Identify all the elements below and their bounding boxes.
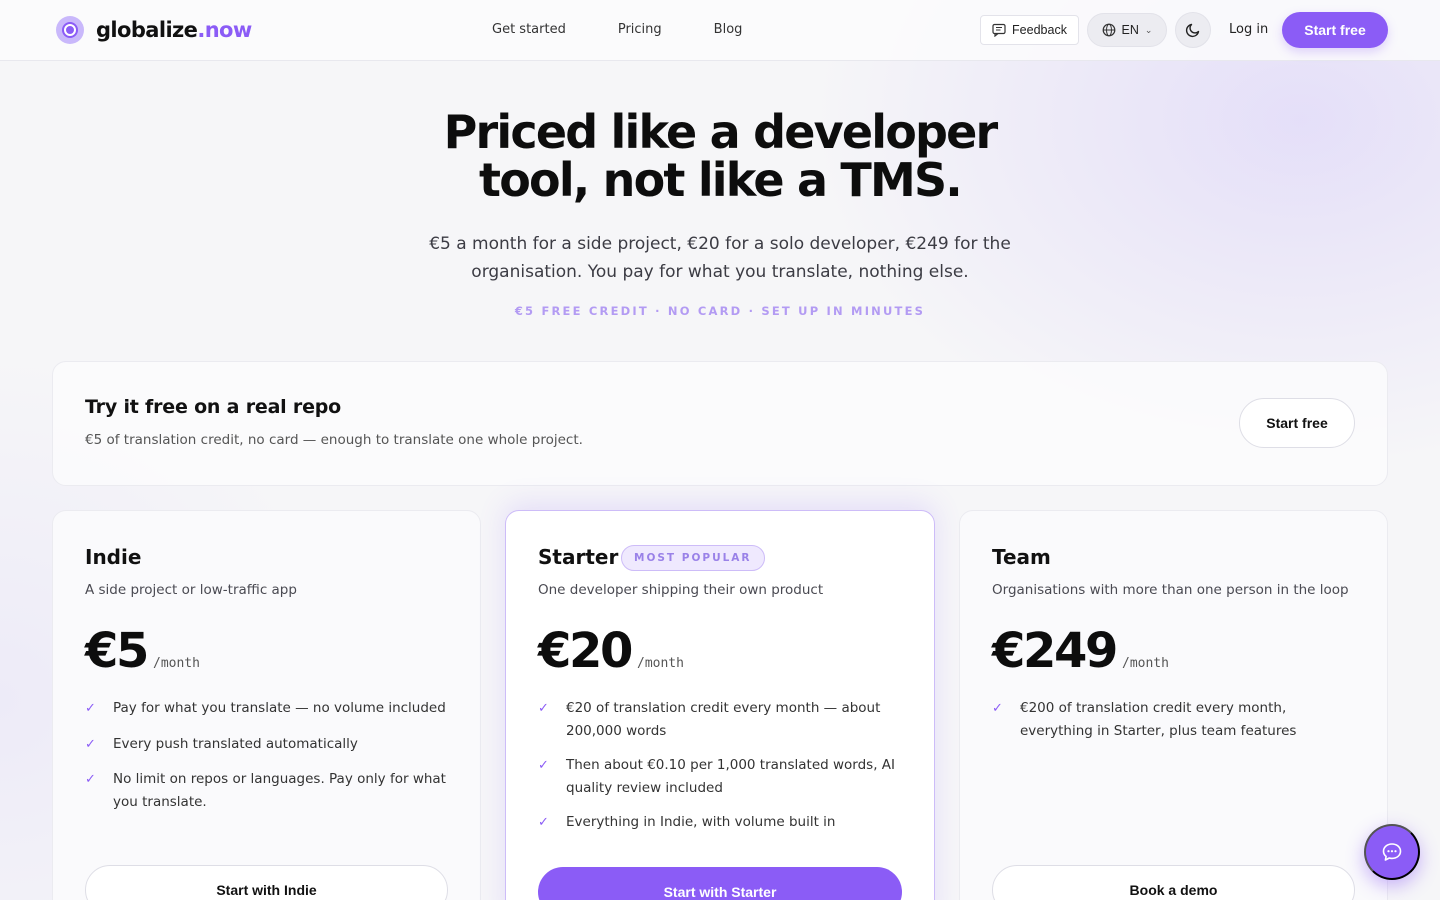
trial-banner: Try it free on a real repo €5 of transla…	[52, 361, 1388, 486]
plan-description: One developer shipping their own product	[538, 582, 824, 598]
feature-item: ✓ Everything in Indie, with volume built …	[538, 811, 908, 835]
trial-start-free-button[interactable]: Start free	[1239, 398, 1355, 448]
plan-description: Organisations with more than one person …	[992, 582, 1349, 598]
price-unit: /month	[153, 656, 200, 671]
feature-list: ✓ Pay for what you translate — no volume …	[85, 697, 455, 825]
check-icon: ✓	[85, 701, 96, 716]
book-demo-button[interactable]: Book a demo	[992, 865, 1355, 900]
plan-name: Indie	[85, 545, 142, 569]
start-with-starter-button[interactable]: Start with Starter	[538, 867, 902, 900]
logo-link[interactable]: globalize.now	[56, 16, 252, 44]
feature-list: ✓ €200 of translation credit every month,…	[992, 697, 1362, 754]
feature-text: €20 of translation credit every month — …	[566, 700, 881, 739]
top-navbar: globalize.now Get started Pricing Blog F…	[0, 0, 1440, 61]
plan-card-starter: Starter MOST POPULAR One developer shipp…	[505, 510, 935, 900]
logo-text: globalize.now	[96, 18, 252, 42]
feature-text: Pay for what you translate — no volume i…	[113, 700, 446, 716]
feature-text: €200 of translation credit every month, …	[1020, 700, 1297, 739]
feedback-icon	[992, 23, 1006, 37]
feature-item: ✓ €20 of translation credit every month —…	[538, 697, 908, 742]
feature-text: No limit on repos or languages. Pay only…	[113, 771, 446, 810]
hero-subtitle: €5 a month for a side project, €20 for a…	[429, 234, 1011, 282]
chevron-down-icon: ⌄	[1144, 24, 1153, 35]
login-link[interactable]: Log in	[1229, 20, 1268, 40]
feature-item: ✓ Pay for what you translate — no volume …	[85, 697, 455, 721]
price-amount: €5	[85, 623, 149, 679]
plan-price: €5 /month	[85, 623, 200, 679]
plan-price: €20 /month	[538, 623, 684, 679]
check-icon: ✓	[992, 701, 1003, 716]
plan-price: €249 /month	[992, 623, 1169, 679]
feature-item: ✓ No limit on repos or languages. Pay onl…	[85, 768, 455, 813]
check-icon: ✓	[538, 701, 549, 716]
feedback-button[interactable]: Feedback	[980, 15, 1079, 45]
feature-text: Every push translated automatically	[113, 735, 358, 752]
logo-name: globalize	[96, 18, 198, 42]
feature-text: Everything in Indie, with volume built i…	[566, 814, 836, 830]
hero-title-line2: tool, not like a TMS.	[479, 153, 963, 207]
logo-suffix: .now	[197, 18, 252, 42]
theme-toggle-button[interactable]	[1175, 12, 1211, 48]
feature-item: ✓ Every push translated automatically	[85, 733, 455, 757]
hero-title-line1: Priced like a developer	[443, 105, 999, 159]
logo-icon	[56, 16, 84, 44]
trial-title: Try it free on a real repo	[85, 396, 342, 418]
nav-blog[interactable]: Blog	[714, 20, 743, 40]
most-popular-badge: MOST POPULAR	[621, 545, 765, 571]
globe-icon	[1102, 23, 1115, 37]
check-icon: ✓	[85, 772, 96, 787]
plan-name: Team	[992, 545, 1051, 569]
plan-description: A side project or low-traffic app	[85, 582, 297, 598]
price-unit: /month	[1122, 656, 1169, 671]
start-free-button[interactable]: Start free	[1282, 12, 1388, 48]
feature-text: Then about €0.10 per 1,000 translated wo…	[566, 757, 895, 796]
chat-icon	[1382, 843, 1402, 861]
plan-name: Starter	[538, 545, 619, 569]
check-icon: ✓	[538, 815, 549, 830]
feature-item: ✓ Then about €0.10 per 1,000 translated w…	[538, 754, 908, 799]
plan-card-indie: Indie A side project or low-traffic app …	[52, 510, 481, 900]
chat-button[interactable]	[1364, 824, 1420, 880]
price-amount: €20	[538, 623, 633, 679]
nav-get-started[interactable]: Get started	[492, 20, 566, 40]
feedback-label: Feedback	[1012, 23, 1067, 37]
check-icon: ✓	[85, 736, 96, 752]
check-icon: ✓	[538, 758, 549, 773]
feature-item: ✓ €200 of translation credit every month,…	[992, 697, 1362, 742]
moon-icon	[1185, 23, 1200, 38]
trial-description: €5 of translation credit, no card — enou…	[85, 432, 583, 448]
main-nav: Get started Pricing Blog	[492, 20, 794, 40]
price-amount: €249	[992, 623, 1118, 679]
price-unit: /month	[637, 656, 684, 671]
start-with-indie-button[interactable]: Start with Indie	[85, 865, 448, 900]
hero-tagline: €5 FREE CREDIT · NO CARD · SET UP IN MIN…	[514, 304, 926, 318]
language-select[interactable]: EN ⌄	[1087, 13, 1167, 47]
nav-pricing[interactable]: Pricing	[618, 20, 662, 40]
feature-list: ✓ €20 of translation credit every month —…	[538, 697, 908, 847]
language-label: EN	[1121, 23, 1139, 37]
plan-card-team: Team Organisations with more than one pe…	[959, 510, 1388, 900]
hero-title: Priced like a developer tool, not like a…	[320, 108, 1120, 204]
